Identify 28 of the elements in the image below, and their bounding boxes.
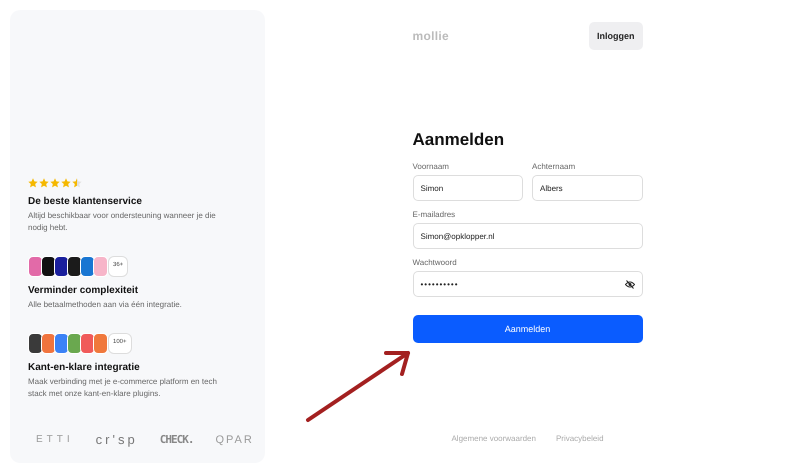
field-label: Achternaam	[532, 162, 576, 171]
feature-title: Kant-en-klare integratie	[28, 362, 141, 373]
email-field[interactable]: Simon@opklopper.nl	[412, 223, 642, 249]
password-field[interactable]: ••••••••••	[412, 271, 642, 297]
feature-title: De beste klantenservice	[28, 196, 143, 207]
feature-description: Maak verbinding met je e-commerce platform en tech stack met onze kant-en-klare plugins.	[28, 376, 218, 400]
field-label: Wachtwoord	[412, 258, 458, 267]
form-title: Aanmelden	[412, 130, 506, 150]
star-icon	[61, 178, 71, 188]
login-button[interactable]: Inloggen	[589, 22, 642, 50]
feature-description: Altijd beschikbaar voor ondersteuning wanneer je die nodig hebt.	[28, 210, 217, 234]
feature-title: Verminder complexiteit	[28, 285, 140, 296]
feature-description: Alle betaalmethoden aan via één integratie.	[28, 299, 183, 311]
last-name-field[interactable]: Albers	[532, 175, 642, 201]
field-label: Voornaam	[412, 162, 450, 171]
star-icon	[28, 178, 38, 188]
first-name-field[interactable]: Simon	[412, 175, 523, 201]
partner-logo: ETTI	[36, 434, 74, 445]
star-icon	[50, 178, 60, 188]
brand-logo: mollie	[412, 29, 449, 43]
partner-logo: QPAR	[215, 434, 254, 446]
field-label: E-mailadres	[412, 210, 456, 219]
submit-button[interactable]: Aanmelden	[412, 315, 642, 343]
star-icon	[39, 178, 49, 188]
partner-logo: CHECK.	[160, 433, 194, 446]
star-icon	[72, 178, 82, 188]
partner-logo: cr'sp	[96, 432, 138, 447]
eye-slash-icon[interactable]	[624, 280, 634, 288]
